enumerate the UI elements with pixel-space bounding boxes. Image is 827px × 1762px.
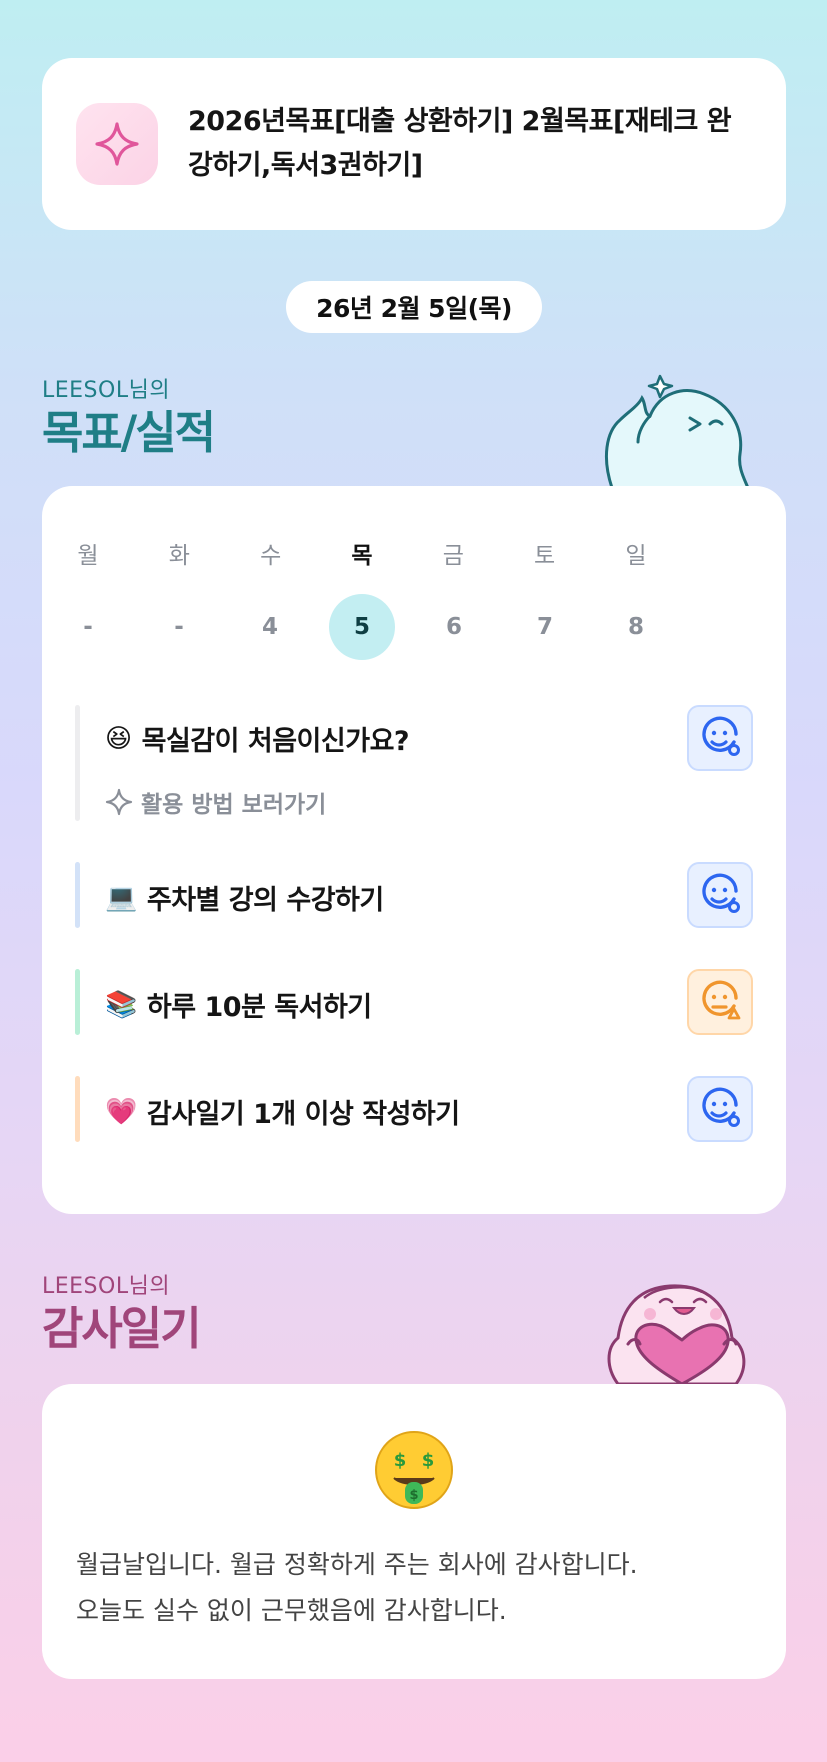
pink-mascot-illustration: [598, 1258, 758, 1388]
date-cell[interactable]: 6: [422, 594, 486, 660]
task-label: 💻 주차별 강의 수강하기: [105, 878, 384, 917]
task-text: 목실감이 처음이신가요?: [141, 726, 410, 757]
svg-text:$: $: [409, 1488, 418, 1503]
task-color-bar: [75, 1076, 80, 1142]
goals-section-title: 목표/실적: [42, 406, 216, 459]
weekday-label: 화: [168, 543, 190, 569]
weekday-label: 월: [77, 543, 99, 569]
weekday-label-selected: 목: [351, 543, 373, 569]
mood-button[interactable]: [687, 862, 753, 928]
task-item[interactable]: 💻 주차별 강의 수강하기: [75, 862, 753, 928]
task-text: 감사일기 1개 이상 작성하기: [146, 1099, 460, 1130]
smile-face-icon: [702, 1087, 740, 1127]
task-color-bar: [75, 705, 80, 821]
neutral-face-icon: [702, 980, 741, 1020]
goal-banner[interactable]: 2026년목표[대출 상환하기] 2월목표[재테크 완강하기,독서3권하기]: [42, 58, 786, 230]
date-cell[interactable]: 4: [238, 594, 302, 660]
pink-heart-emoji-icon: 💗: [105, 1096, 137, 1127]
date-cell[interactable]: 7: [513, 594, 577, 660]
task-text: 하루 10분 독서하기: [146, 992, 372, 1023]
svg-text:$: $: [394, 1450, 407, 1471]
sparkle-outline-icon: [105, 788, 133, 816]
diary-section-title: 감사일기: [42, 1302, 202, 1355]
laptop-emoji-icon: 💻: [105, 882, 137, 913]
weekday-label: 수: [260, 543, 282, 569]
weekday-label: 일: [625, 543, 647, 569]
task-color-bar: [75, 969, 80, 1035]
mint-mascot-illustration: [598, 362, 758, 492]
goal-text: 2026년목표[대출 상환하기] 2월목표[재테크 완강하기,독서3권하기]: [188, 106, 732, 181]
diary-entry-text: 월급날입니다. 월급 정확하게 주는 회사에 감사합니다. 오늘도 실수 없이 …: [76, 1542, 756, 1634]
date-row: - - 4 5 6 7 8: [56, 594, 668, 660]
date-label[interactable]: 26년 2월 5일(목): [286, 281, 542, 333]
weekday-label: 토: [534, 543, 556, 569]
diary-line: 오늘도 실수 없이 근무했음에 감사합니다.: [76, 1596, 507, 1625]
diary-card[interactable]: $ $ $ 월급날입니다. 월급 정확하게 주는 회사에 감사합니다. 오늘도 …: [42, 1384, 786, 1679]
date-cell[interactable]: 8: [604, 594, 668, 660]
task-item[interactable]: 💗 감사일기 1개 이상 작성하기: [75, 1076, 753, 1142]
money-mouth-face-icon: $ $ $: [372, 1428, 456, 1516]
smile-face-icon: [702, 716, 740, 756]
date-cell: -: [83, 614, 93, 640]
guide-link[interactable]: 활용 방법 보러가기: [105, 785, 326, 819]
task-label: 📚 하루 10분 독서하기: [105, 985, 372, 1024]
weekday-row: 월 화 수 목 금 토 일: [56, 536, 668, 570]
task-item[interactable]: 📚 하루 10분 독서하기: [75, 969, 753, 1035]
books-emoji-icon: 📚: [105, 989, 137, 1020]
mood-button[interactable]: [687, 969, 753, 1035]
diary-line: 월급날입니다. 월급 정확하게 주는 회사에 감사합니다.: [76, 1550, 638, 1579]
date-cell-selected[interactable]: 5: [329, 594, 395, 660]
task-color-bar: [75, 862, 80, 928]
svg-text:$: $: [422, 1450, 435, 1471]
task-label: 😆 목실감이 처음이신가요?: [105, 719, 410, 758]
grinning-squint-emoji-icon: 😆: [105, 723, 132, 754]
weekday-label: 금: [442, 543, 464, 569]
date-cell: -: [174, 614, 184, 640]
task-text: 주차별 강의 수강하기: [146, 885, 384, 916]
mood-button[interactable]: [687, 1076, 753, 1142]
task-item[interactable]: 😆 목실감이 처음이신가요? 활용 방법 보러가기: [75, 705, 753, 821]
sparkle-icon: [76, 103, 158, 185]
task-label: 💗 감사일기 1개 이상 작성하기: [105, 1092, 460, 1131]
smile-face-icon: [702, 873, 740, 913]
mood-button[interactable]: [687, 705, 753, 771]
guide-link-text: 활용 방법 보러가기: [141, 792, 327, 818]
